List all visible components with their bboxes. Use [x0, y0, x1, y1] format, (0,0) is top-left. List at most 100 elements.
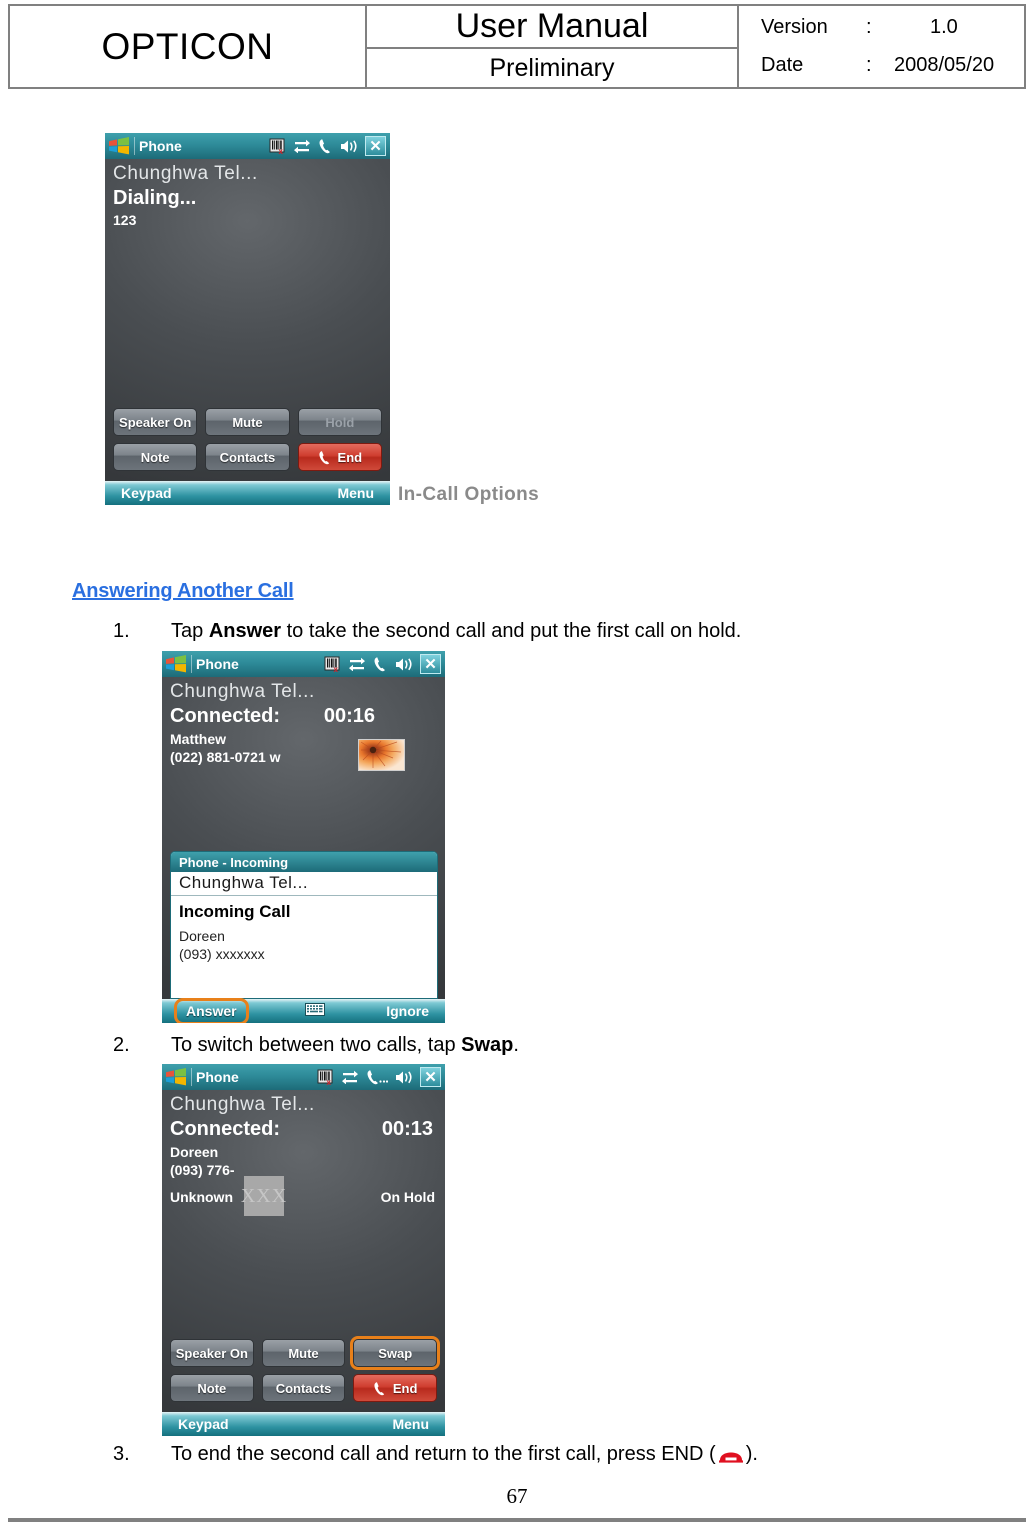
step-2-bold: Swap [461, 1034, 514, 1056]
answer-softkey[interactable]: Answer [174, 997, 249, 1023]
dialing-body: Chunghwa Tel... Dialing... 123 Speaker O… [105, 159, 390, 505]
end-call-button[interactable]: End [353, 1374, 438, 1402]
close-icon[interactable]: ✕ [420, 654, 441, 674]
volume-icon[interactable] [340, 139, 358, 154]
pda-titlebar: Phone x ✕ [162, 651, 445, 677]
connectivity-icon[interactable] [348, 657, 366, 671]
step-1-text: Tap Answer to take the second call and p… [171, 620, 741, 643]
version-label: Version [761, 16, 828, 38]
connectivity-icon[interactable] [293, 139, 311, 153]
close-icon[interactable]: ✕ [365, 136, 386, 156]
date-colon: : [866, 54, 872, 76]
footer-divider [8, 1518, 1026, 1522]
document-title: User Manual [367, 6, 737, 50]
ignore-softkey[interactable]: Ignore [386, 1003, 429, 1019]
step-3-post: ). [745, 1443, 758, 1465]
redaction-box: XXX [241, 1176, 286, 1216]
page-number: 67 [506, 1484, 528, 1508]
mute-button[interactable]: Mute [261, 1339, 346, 1367]
contact-block: Doreen (093) 776- [162, 1141, 445, 1179]
screenshot-incoming-call: Phone x ✕ Chunghwa Tel... Connected: 00:… [162, 651, 445, 1023]
volume-icon[interactable] [395, 657, 413, 672]
end-call-label: End [392, 1380, 418, 1396]
step-3-pre: To end the second call and return to the… [171, 1443, 716, 1465]
call-status: Dialing... [113, 187, 197, 209]
swap-button[interactable]: Swap [350, 1336, 441, 1370]
svg-text:x: x [279, 147, 284, 155]
version-colon: : [866, 16, 872, 38]
version-value: 1.0 [930, 16, 958, 38]
document-title-block: User Manual Preliminary [367, 6, 739, 87]
phone-icon[interactable] [373, 656, 388, 672]
pda-title: Phone [134, 137, 269, 155]
keyboard-icon[interactable] [305, 1003, 326, 1019]
volume-icon[interactable] [395, 1070, 413, 1085]
screenshot-swap: Phone x ✕ Chunghwa Tel... Connected: 00:… [162, 1064, 445, 1436]
incoming-call-popup: Phone - Incoming Chunghwa Tel... Incomin… [170, 851, 438, 999]
note-button[interactable]: Note [170, 1374, 254, 1402]
incoming-body: Chunghwa Tel... Connected: 00:16 Matthew… [162, 677, 445, 1023]
document-meta: Version : 1.0 Date : 2008/05/20 [739, 6, 1024, 87]
menu-softkey[interactable]: Menu [392, 1416, 429, 1432]
button-row-2: Note Contacts End [113, 443, 382, 471]
step-1: 1. Tap Answer to take the second call an… [113, 620, 741, 643]
call-timer: 00:16 [323, 705, 375, 727]
soft-key-bar: Keypad Menu [162, 1412, 445, 1436]
popup-title: Phone - Incoming [171, 852, 437, 872]
step-2: 2. To switch between two calls, tap Swap… [113, 1034, 519, 1057]
soft-key-bar: Answer Ignore [162, 997, 445, 1023]
contacts-button[interactable]: Contacts [205, 443, 290, 471]
note-button[interactable]: Note [113, 443, 198, 471]
date-label: Date [761, 54, 804, 76]
keypad-softkey[interactable]: Keypad [121, 485, 172, 501]
hold-button: Hold [297, 408, 382, 436]
popup-operator: Chunghwa Tel... [171, 872, 437, 896]
second-caller: Unknown [170, 1189, 233, 1205]
popup-heading: Incoming Call [179, 902, 291, 921]
in-call-buttons: Speaker On Mute Hold Note Contacts End [105, 408, 390, 471]
barcode-disabled-icon[interactable]: x [324, 656, 341, 673]
step-2-text: To switch between two calls, tap Swap. [171, 1034, 519, 1057]
phone-icon[interactable] [318, 138, 333, 154]
swap-body: Chunghwa Tel... Connected: 00:13 Doreen … [162, 1090, 445, 1436]
windows-logo-icon [165, 1068, 187, 1086]
menu-softkey[interactable]: Menu [337, 485, 374, 501]
step-1-number: 1. [113, 620, 130, 642]
barcode-disabled-icon[interactable]: x [317, 1069, 334, 1086]
connected-label: Connected: [170, 1118, 280, 1140]
end-call-button[interactable]: End [297, 443, 382, 471]
mute-button[interactable]: Mute [205, 408, 290, 436]
second-call-state: On Hold [380, 1189, 435, 1205]
close-icon[interactable]: ✕ [420, 1067, 441, 1087]
connected-status-line: Connected: 00:13 [162, 1116, 445, 1141]
connected-label: Connected: [170, 705, 280, 727]
speaker-on-button[interactable]: Speaker On [170, 1339, 254, 1367]
connected-status-line: Connected: 00:16 [162, 703, 445, 728]
popup-caller-name: Doreen [179, 928, 225, 944]
step-3-text: To end the second call and return to the… [171, 1443, 758, 1466]
popup-caller-number: (093) xxxxxxx [179, 945, 265, 962]
svg-text:x: x [327, 1078, 332, 1086]
step-1-post: to take the second call and put the firs… [281, 620, 742, 642]
pda-title: Phone [191, 655, 324, 673]
speaker-on-button[interactable]: Speaker On [113, 408, 198, 436]
operator-name: Chunghwa Tel... [170, 1094, 315, 1115]
pda-titlebar: Phone x ✕ [162, 1064, 445, 1090]
keypad-softkey[interactable]: Keypad [178, 1416, 229, 1432]
button-row-1: Speaker On Mute Hold [113, 408, 382, 436]
contact-photo [358, 739, 405, 771]
end-key-icon [717, 1445, 745, 1463]
contacts-button[interactable]: Contacts [261, 1374, 346, 1402]
windows-logo-icon [108, 137, 130, 155]
operator-name: Chunghwa Tel... [170, 681, 315, 702]
step-1-pre: Tap [171, 620, 209, 642]
connectivity-icon[interactable] [341, 1070, 359, 1084]
end-call-label: End [337, 449, 363, 465]
date-row: Date : 2008/05/20 [761, 47, 1024, 85]
step-2-post: . [513, 1034, 519, 1056]
screenshot-dialing: Phone x ✕ Chunghwa Tel... Dialing... 123… [105, 133, 390, 505]
phone-multiline-icon[interactable] [366, 1069, 388, 1085]
step-2-number: 2. [113, 1034, 130, 1056]
barcode-disabled-icon[interactable]: x [269, 138, 286, 155]
step-3-number: 3. [113, 1443, 130, 1465]
